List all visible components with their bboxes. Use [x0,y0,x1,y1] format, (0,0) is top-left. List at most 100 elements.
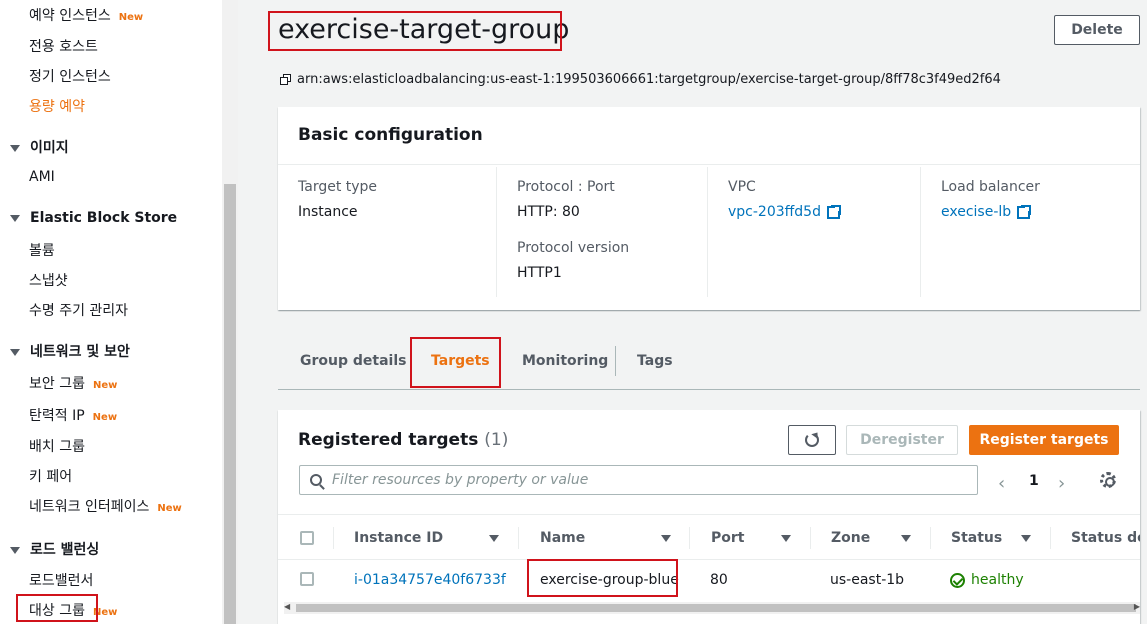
new-badge: New [157,503,182,514]
tab-divider [615,346,616,376]
sidebar-section-title: 로드 밸런싱 [30,542,100,558]
sidebar-item-label: 볼륨 [29,243,55,259]
target-port: 80 [710,572,728,588]
column-separator [1050,527,1051,549]
vpc-link[interactable]: vpc-203ffd5d [728,203,917,220]
protocol-version-label: Protocol version [517,240,630,256]
target-zone: us-east-1b [830,572,905,588]
sort-caret-icon[interactable] [489,535,499,542]
column-header-status[interactable]: Status [951,515,1002,561]
target-type-label: Target type [298,179,378,195]
caret-down-icon [10,214,20,222]
highlight-box [16,594,98,622]
sidebar-item-placement-groups[interactable]: 배치 그룹 [29,436,85,456]
sidebar-item-volumes[interactable]: 볼륨 [29,240,55,260]
scroll-left-icon[interactable]: ◀ [284,602,290,611]
refresh-button[interactable] [788,425,836,455]
sidebar-item-key-pairs[interactable]: 키 페어 [29,466,72,486]
tab-tags[interactable]: Tags [637,336,673,386]
deregister-button[interactable]: Deregister [846,425,958,455]
sidebar-section-load-balancing[interactable]: 로드 밸런싱 [10,539,99,559]
arn: arn:aws:elasticloadbalancing:us-east-1:1… [280,72,1001,87]
sidebar-section-network[interactable]: 네트워크 및 보안 [10,341,130,361]
column-separator [518,527,519,549]
register-targets-button[interactable]: Register targets [969,425,1119,455]
tab-monitoring[interactable]: Monitoring [522,336,608,386]
sidebar-section-title: Elastic Block Store [30,210,178,226]
sidebar-item-label: 예약 인스턴스 [29,8,111,24]
instance-id-link[interactable]: i-01a34757e40f6733f [354,560,506,600]
sidebar-item-label: 정기 인스턴스 [29,69,111,85]
sidebar-item-load-balancers[interactable]: 로드밸런서 [29,570,93,590]
highlight-box [268,11,562,51]
sort-caret-icon[interactable] [661,535,671,542]
tab-group-details[interactable]: Group details [300,336,406,386]
scroll-right-icon[interactable]: ▶ [1134,602,1140,611]
column-header-name[interactable]: Name [540,515,585,561]
column-separator [689,527,690,549]
sidebar-item-label: 로드밸런서 [29,573,94,589]
sort-caret-icon[interactable] [781,535,791,542]
sidebar-item-snapshots[interactable]: 스냅샷 [29,270,68,290]
table-scrollbar-thumb[interactable] [296,604,1136,612]
target-type-value: Instance [298,204,358,220]
sidebar-item-network-interfaces[interactable]: 네트워크 인터페이스 New [29,496,182,516]
external-link-icon [826,203,842,219]
panel-title: Basic configuration [298,125,483,145]
caret-down-icon [10,144,20,152]
filter-input[interactable] [332,472,952,488]
sidebar-item-label: 스냅샷 [29,273,68,289]
table-header: Instance ID Name Port Zone Status Status… [278,514,1140,560]
sidebar-item-lifecycle-manager[interactable]: 수명 주기 관리자 [29,300,128,320]
protocol-version-value: HTTP1 [517,265,562,281]
load-balancer-label: Load balancer [941,179,1040,195]
sidebar-item-capacity-reservations[interactable]: 용량 예약 [29,96,85,116]
sidebar-item-label: 네트워크 인터페이스 [29,499,150,515]
sidebar-item-scheduled-instances[interactable]: 정기 인스턴스 [29,66,111,86]
target-status: healthy [950,560,1024,600]
sidebar-item-dedicated-hosts[interactable]: 전용 호스트 [29,36,98,56]
column-header-zone[interactable]: Zone [831,515,870,561]
column-header-port[interactable]: Port [711,515,744,561]
new-badge: New [92,380,118,391]
basic-configuration-panel: Basic configuration Target type Instance… [278,107,1140,310]
settings-gear-icon[interactable] [1100,472,1116,488]
table-horizontal-scrollbar[interactable]: ◀ ▶ [284,602,1140,614]
page-number[interactable]: 1 [1029,473,1039,489]
sort-caret-icon[interactable] [901,535,911,542]
filter-bar [299,465,978,495]
column-header-status-details[interactable]: Status de... [1071,515,1140,561]
sidebar-section-title: 네트워크 및 보안 [30,344,130,360]
sidebar-scrollbar-thumb[interactable] [224,184,236,624]
copy-icon[interactable] [280,73,292,86]
sidebar-item-label: 수명 주기 관리자 [29,303,129,319]
row-checkbox[interactable] [300,572,314,586]
sidebar-item-security-groups[interactable]: 보안 그룹 New [29,373,117,393]
sidebar-item-label: 전용 호스트 [29,39,98,55]
next-page-icon[interactable]: › [1058,473,1065,494]
highlight-box [410,337,501,388]
select-all-checkbox[interactable] [300,531,314,545]
external-link-icon [1017,203,1033,219]
panel-header: Basic configuration [278,107,1140,165]
prev-page-icon[interactable]: ‹ [998,473,1005,494]
target-type-col: Target type Instance [278,167,488,297]
caret-down-icon [10,546,20,554]
sidebar-item-label: AMI [29,169,55,185]
sidebar-item-reserved-instances[interactable]: 예약 인스턴스 New [29,5,143,25]
load-balancer-link[interactable]: execise-lb [941,203,1130,220]
sidebar-section-ebs[interactable]: Elastic Block Store [10,210,177,226]
refresh-icon [805,433,819,447]
sidebar-item-ami[interactable]: AMI [29,169,55,185]
sort-caret-icon[interactable] [1021,535,1031,542]
delete-button[interactable]: Delete [1054,15,1140,45]
column-separator [333,527,334,549]
registered-targets-panel: Registered targets (1) Deregister Regist… [278,410,1140,624]
sidebar-item-elastic-ip[interactable]: 탄력적 IP New [29,405,117,425]
sidebar: 예약 인스턴스 New 전용 호스트 정기 인스턴스 용량 예약 이미지 AMI … [0,0,238,624]
protocol-port-label: Protocol : Port [517,179,615,195]
sidebar-item-label: 용량 예약 [29,99,85,115]
column-header-instance-id[interactable]: Instance ID [354,515,443,561]
sidebar-section-images[interactable]: 이미지 [10,137,69,157]
targets-count: (1) [484,430,509,450]
